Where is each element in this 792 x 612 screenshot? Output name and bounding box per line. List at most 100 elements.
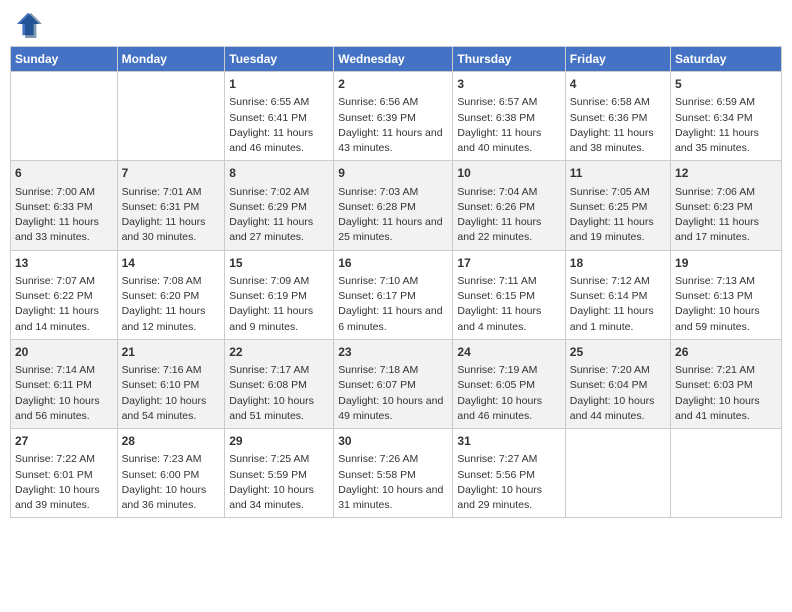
day-number: 16 bbox=[338, 255, 448, 272]
day-info-line: Sunrise: 6:56 AM bbox=[338, 95, 448, 110]
calendar-cell: 26Sunrise: 7:21 AMSunset: 6:03 PMDayligh… bbox=[671, 339, 782, 428]
day-info-line: Sunset: 6:29 PM bbox=[229, 200, 329, 215]
calendar-cell: 27Sunrise: 7:22 AMSunset: 6:01 PMDayligh… bbox=[11, 429, 118, 518]
day-info-line: Daylight: 11 hours and 33 minutes. bbox=[15, 215, 113, 245]
day-number: 30 bbox=[338, 433, 448, 450]
day-number: 11 bbox=[570, 165, 666, 182]
day-info-line: Daylight: 11 hours and 43 minutes. bbox=[338, 126, 448, 156]
day-info-line: Sunset: 6:33 PM bbox=[15, 200, 113, 215]
day-info-line: Sunrise: 7:05 AM bbox=[570, 185, 666, 200]
day-info-line: Daylight: 10 hours and 41 minutes. bbox=[675, 394, 777, 424]
day-info-line: Sunset: 6:36 PM bbox=[570, 111, 666, 126]
calendar-cell: 15Sunrise: 7:09 AMSunset: 6:19 PMDayligh… bbox=[225, 250, 334, 339]
day-info-line: Sunset: 6:38 PM bbox=[457, 111, 560, 126]
day-info-line: Sunset: 5:58 PM bbox=[338, 468, 448, 483]
day-info-line: Sunset: 6:17 PM bbox=[338, 289, 448, 304]
day-number: 21 bbox=[122, 344, 221, 361]
weekday-header-cell: Tuesday bbox=[225, 47, 334, 72]
day-info-line: Sunrise: 7:00 AM bbox=[15, 185, 113, 200]
day-info-line: Sunset: 6:28 PM bbox=[338, 200, 448, 215]
calendar-week-row: 13Sunrise: 7:07 AMSunset: 6:22 PMDayligh… bbox=[11, 250, 782, 339]
weekday-header-cell: Monday bbox=[117, 47, 225, 72]
day-number: 31 bbox=[457, 433, 560, 450]
day-info-line: Sunset: 6:10 PM bbox=[122, 378, 221, 393]
day-info-line: Sunset: 6:23 PM bbox=[675, 200, 777, 215]
day-number: 3 bbox=[457, 76, 560, 93]
weekday-header-cell: Thursday bbox=[453, 47, 565, 72]
day-info-line: Sunrise: 7:09 AM bbox=[229, 274, 329, 289]
calendar-cell: 13Sunrise: 7:07 AMSunset: 6:22 PMDayligh… bbox=[11, 250, 118, 339]
day-info-line: Daylight: 11 hours and 12 minutes. bbox=[122, 304, 221, 334]
day-info-line: Sunrise: 7:04 AM bbox=[457, 185, 560, 200]
calendar-cell: 31Sunrise: 7:27 AMSunset: 5:56 PMDayligh… bbox=[453, 429, 565, 518]
day-info-line: Sunrise: 7:26 AM bbox=[338, 452, 448, 467]
calendar-cell: 1Sunrise: 6:55 AMSunset: 6:41 PMDaylight… bbox=[225, 72, 334, 161]
day-info-line: Sunrise: 7:11 AM bbox=[457, 274, 560, 289]
weekday-header-row: SundayMondayTuesdayWednesdayThursdayFrid… bbox=[11, 47, 782, 72]
day-number: 20 bbox=[15, 344, 113, 361]
day-info-line: Daylight: 10 hours and 34 minutes. bbox=[229, 483, 329, 513]
calendar-cell: 10Sunrise: 7:04 AMSunset: 6:26 PMDayligh… bbox=[453, 161, 565, 250]
day-info-line: Sunrise: 7:27 AM bbox=[457, 452, 560, 467]
day-info-line: Sunrise: 7:25 AM bbox=[229, 452, 329, 467]
weekday-header-cell: Saturday bbox=[671, 47, 782, 72]
calendar-cell: 11Sunrise: 7:05 AMSunset: 6:25 PMDayligh… bbox=[565, 161, 670, 250]
calendar-week-row: 20Sunrise: 7:14 AMSunset: 6:11 PMDayligh… bbox=[11, 339, 782, 428]
day-info-line: Sunrise: 6:58 AM bbox=[570, 95, 666, 110]
day-info-line: Daylight: 10 hours and 54 minutes. bbox=[122, 394, 221, 424]
calendar-cell: 14Sunrise: 7:08 AMSunset: 6:20 PMDayligh… bbox=[117, 250, 225, 339]
day-number: 22 bbox=[229, 344, 329, 361]
calendar-cell: 25Sunrise: 7:20 AMSunset: 6:04 PMDayligh… bbox=[565, 339, 670, 428]
calendar-cell bbox=[117, 72, 225, 161]
day-info-line: Sunset: 6:05 PM bbox=[457, 378, 560, 393]
day-number: 24 bbox=[457, 344, 560, 361]
day-number: 8 bbox=[229, 165, 329, 182]
day-info-line: Daylight: 11 hours and 14 minutes. bbox=[15, 304, 113, 334]
calendar-body: 1Sunrise: 6:55 AMSunset: 6:41 PMDaylight… bbox=[11, 72, 782, 518]
logo-icon bbox=[14, 10, 42, 38]
day-info-line: Sunrise: 7:08 AM bbox=[122, 274, 221, 289]
calendar-cell: 7Sunrise: 7:01 AMSunset: 6:31 PMDaylight… bbox=[117, 161, 225, 250]
calendar-cell: 8Sunrise: 7:02 AMSunset: 6:29 PMDaylight… bbox=[225, 161, 334, 250]
day-info-line: Sunset: 6:08 PM bbox=[229, 378, 329, 393]
day-info-line: Daylight: 10 hours and 59 minutes. bbox=[675, 304, 777, 334]
day-number: 18 bbox=[570, 255, 666, 272]
day-info-line: Daylight: 10 hours and 46 minutes. bbox=[457, 394, 560, 424]
day-info-line: Sunset: 6:11 PM bbox=[15, 378, 113, 393]
day-info-line: Sunrise: 7:10 AM bbox=[338, 274, 448, 289]
day-info-line: Sunset: 6:20 PM bbox=[122, 289, 221, 304]
day-number: 1 bbox=[229, 76, 329, 93]
day-info-line: Sunrise: 7:22 AM bbox=[15, 452, 113, 467]
calendar-cell: 9Sunrise: 7:03 AMSunset: 6:28 PMDaylight… bbox=[334, 161, 453, 250]
day-info-line: Sunset: 6:14 PM bbox=[570, 289, 666, 304]
day-number: 9 bbox=[338, 165, 448, 182]
day-info-line: Sunset: 5:59 PM bbox=[229, 468, 329, 483]
calendar-cell: 16Sunrise: 7:10 AMSunset: 6:17 PMDayligh… bbox=[334, 250, 453, 339]
day-number: 25 bbox=[570, 344, 666, 361]
day-info-line: Daylight: 10 hours and 29 minutes. bbox=[457, 483, 560, 513]
day-info-line: Sunset: 6:07 PM bbox=[338, 378, 448, 393]
day-info-line: Daylight: 11 hours and 40 minutes. bbox=[457, 126, 560, 156]
day-info-line: Daylight: 10 hours and 36 minutes. bbox=[122, 483, 221, 513]
day-number: 15 bbox=[229, 255, 329, 272]
day-number: 23 bbox=[338, 344, 448, 361]
day-info-line: Sunset: 6:13 PM bbox=[675, 289, 777, 304]
logo bbox=[14, 10, 46, 38]
day-info-line: Sunrise: 7:03 AM bbox=[338, 185, 448, 200]
page-header bbox=[10, 10, 782, 38]
day-number: 26 bbox=[675, 344, 777, 361]
day-info-line: Daylight: 10 hours and 49 minutes. bbox=[338, 394, 448, 424]
day-info-line: Daylight: 10 hours and 39 minutes. bbox=[15, 483, 113, 513]
day-info-line: Sunrise: 7:18 AM bbox=[338, 363, 448, 378]
day-info-line: Sunset: 6:19 PM bbox=[229, 289, 329, 304]
day-info-line: Sunset: 6:01 PM bbox=[15, 468, 113, 483]
day-info-line: Daylight: 11 hours and 17 minutes. bbox=[675, 215, 777, 245]
day-info-line: Daylight: 11 hours and 1 minute. bbox=[570, 304, 666, 334]
day-info-line: Sunset: 6:15 PM bbox=[457, 289, 560, 304]
day-info-line: Daylight: 10 hours and 31 minutes. bbox=[338, 483, 448, 513]
weekday-header-cell: Friday bbox=[565, 47, 670, 72]
day-info-line: Sunrise: 7:06 AM bbox=[675, 185, 777, 200]
day-info-line: Sunset: 6:25 PM bbox=[570, 200, 666, 215]
day-info-line: Daylight: 10 hours and 56 minutes. bbox=[15, 394, 113, 424]
calendar-week-row: 6Sunrise: 7:00 AMSunset: 6:33 PMDaylight… bbox=[11, 161, 782, 250]
